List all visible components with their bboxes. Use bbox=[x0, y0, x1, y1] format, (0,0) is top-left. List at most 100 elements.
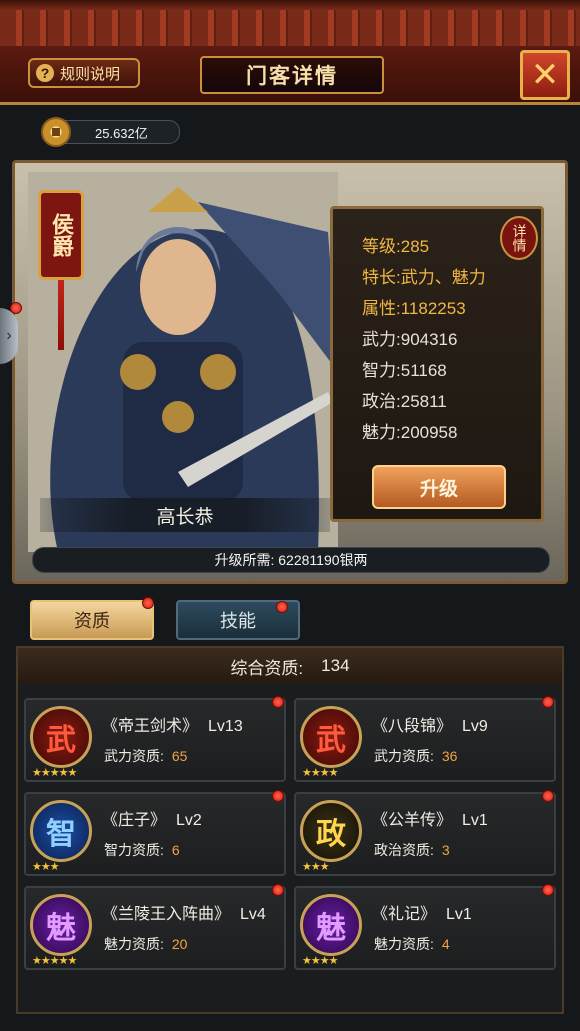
stat-value: 904316 bbox=[400, 330, 458, 349]
skill-title: 《公羊传》 bbox=[372, 812, 453, 829]
upgrade-cost: 升级所需: 62281190银两 bbox=[32, 547, 550, 573]
attribute-label: 武力资质: bbox=[104, 748, 164, 764]
attribute-label: 魅力资质: bbox=[104, 936, 164, 952]
tab-label: 技能 bbox=[220, 611, 256, 631]
skill-card[interactable]: 魅 ★★★★ 《礼记》 Lv1 魅力资质: 4 bbox=[294, 886, 556, 970]
skill-level: Lv2 bbox=[176, 812, 202, 829]
skill-level: Lv1 bbox=[462, 812, 488, 829]
skill-name: 《庄子》 Lv2 bbox=[102, 806, 202, 830]
skill-wu-icon: 武 bbox=[30, 706, 92, 768]
tab-aptitude[interactable]: 资质 bbox=[30, 600, 154, 640]
stat-value: 285 bbox=[400, 237, 430, 256]
skill-attribute: 魅力资质: 20 bbox=[104, 934, 187, 954]
skill-title: 《庄子》 bbox=[102, 812, 167, 829]
attribute-value: 3 bbox=[441, 842, 450, 858]
skill-name: 《八段锦》 Lv9 bbox=[372, 712, 488, 736]
skill-title: 《兰陵王入阵曲》 bbox=[102, 906, 231, 923]
upgrade-label: 升级 bbox=[419, 478, 458, 500]
stat-label: 政治: bbox=[362, 392, 401, 411]
skill-attribute: 智力资质: 6 bbox=[104, 840, 180, 860]
stat-value: 200958 bbox=[400, 423, 458, 442]
stat-politics: 政治:25811 bbox=[362, 387, 447, 412]
skill-level: Lv4 bbox=[240, 906, 266, 923]
stat-label: 等级: bbox=[362, 237, 401, 256]
skill-mei-icon: 魅 bbox=[30, 894, 92, 956]
skill-title: 《礼记》 bbox=[372, 906, 437, 923]
stat-value: 1182253 bbox=[400, 299, 466, 318]
attribute-value: 65 bbox=[171, 748, 188, 764]
notification-dot bbox=[272, 884, 284, 896]
stat-label: 魅力: bbox=[362, 423, 401, 442]
tab-label: 资质 bbox=[74, 611, 110, 631]
stat-level: 等级:285 bbox=[362, 232, 429, 257]
close-button[interactable]: ✕ bbox=[520, 50, 570, 100]
skill-card[interactable]: 魅 ★★★★★ 《兰陵王入阵曲》 Lv4 魅力资质: 20 bbox=[24, 886, 286, 970]
stat-value: 51168 bbox=[400, 361, 447, 380]
skill-name: 《帝王剑术》 Lv13 bbox=[102, 712, 243, 736]
star-rating: ★★★★ bbox=[302, 767, 338, 779]
close-icon: ✕ bbox=[530, 56, 560, 94]
skill-level: Lv13 bbox=[208, 718, 243, 735]
skill-attribute: 武力资质: 65 bbox=[104, 746, 187, 766]
attribute-label: 魅力资质: bbox=[374, 936, 434, 952]
rules-label: 规则说明 bbox=[60, 65, 121, 83]
upgrade-button[interactable]: 升级 bbox=[372, 465, 506, 509]
detail-label: 详情 bbox=[511, 224, 528, 252]
skill-card[interactable]: 政 ★★★ 《公羊传》 Lv1 政治资质: 3 bbox=[294, 792, 556, 876]
aptitude-total-label: 综合资质: bbox=[230, 658, 304, 678]
hero-name-plate: 高长恭 bbox=[40, 498, 330, 532]
attribute-value: 4 bbox=[441, 936, 450, 952]
aptitude-total: 综合资质: 134 bbox=[18, 648, 562, 684]
star-rating: ★★★ bbox=[32, 861, 60, 873]
skill-card[interactable]: 武 ★★★★★ 《帝王剑术》 Lv13 武力资质: 65 bbox=[24, 698, 286, 782]
skill-attribute: 魅力资质: 4 bbox=[374, 934, 450, 954]
notification-dot bbox=[542, 696, 554, 708]
page-title: 门客详情 bbox=[246, 65, 338, 88]
skill-name: 《兰陵王入阵曲》 Lv4 bbox=[102, 900, 266, 924]
attribute-value: 20 bbox=[171, 936, 188, 952]
skill-card[interactable]: 武 ★★★★ 《八段锦》 Lv9 武力资质: 36 bbox=[294, 698, 556, 782]
skill-name: 《公羊传》 Lv1 bbox=[372, 806, 488, 830]
chevron-right-icon: › bbox=[6, 327, 12, 344]
stat-force: 武力:904316 bbox=[362, 325, 457, 350]
stat-value: 武力、魅力 bbox=[400, 268, 486, 287]
hero-name: 高长恭 bbox=[156, 506, 214, 528]
stat-specialty: 特长:武力、魅力 bbox=[362, 263, 486, 288]
stat-attribute: 属性:1182253 bbox=[362, 294, 466, 319]
star-rating: ★★★ bbox=[302, 861, 330, 873]
stat-charm: 魅力:200958 bbox=[362, 418, 457, 443]
skill-card[interactable]: 智 ★★★ 《庄子》 Lv2 智力资质: 6 bbox=[24, 792, 286, 876]
tassel-decoration bbox=[58, 280, 64, 350]
star-rating: ★★★★ bbox=[302, 955, 338, 967]
stat-intellect: 智力:51168 bbox=[362, 356, 447, 381]
notification-dot bbox=[10, 302, 22, 314]
star-rating: ★★★★★ bbox=[32, 767, 77, 779]
notification-dot bbox=[142, 597, 154, 609]
roof-decoration bbox=[0, 0, 580, 49]
question-icon: ? bbox=[36, 64, 54, 82]
notification-dot bbox=[542, 884, 554, 896]
stat-value: 25811 bbox=[400, 392, 447, 411]
attribute-value: 36 bbox=[441, 748, 458, 764]
stat-label: 智力: bbox=[362, 361, 401, 380]
attribute-label: 武力资质: bbox=[374, 748, 434, 764]
attribute-value: 6 bbox=[171, 842, 180, 858]
detail-button[interactable]: 详情 bbox=[500, 216, 538, 260]
skill-zheng-icon: 政 bbox=[300, 800, 362, 862]
skill-level: Lv1 bbox=[446, 906, 472, 923]
attribute-label: 政治资质: bbox=[374, 842, 434, 858]
notification-dot bbox=[542, 790, 554, 802]
stat-label: 属性: bbox=[362, 299, 401, 318]
skill-level: Lv9 bbox=[462, 718, 488, 735]
skill-name: 《礼记》 Lv1 bbox=[372, 900, 472, 924]
aptitude-total-value: 134 bbox=[321, 656, 350, 675]
notification-dot bbox=[272, 790, 284, 802]
rules-button[interactable]: ? 规则说明 bbox=[28, 58, 140, 88]
star-rating: ★★★★★ bbox=[32, 955, 77, 967]
skill-attribute: 政治资质: 3 bbox=[374, 840, 450, 860]
notification-dot bbox=[272, 696, 284, 708]
attribute-label: 智力资质: bbox=[104, 842, 164, 858]
currency-display: 25.632亿 bbox=[41, 117, 180, 147]
skill-mei-icon: 魅 bbox=[300, 894, 362, 956]
skill-attribute: 武力资质: 36 bbox=[374, 746, 457, 766]
